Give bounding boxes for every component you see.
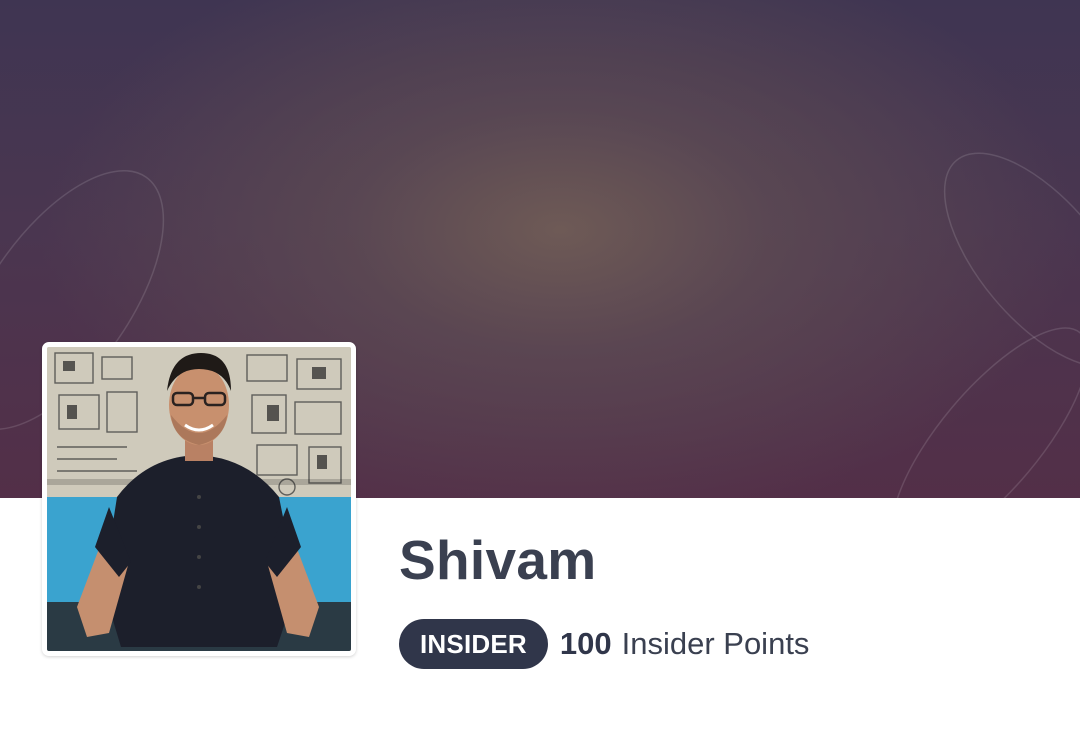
insider-points-row: INSIDER 100 Insider Points — [399, 619, 809, 669]
insider-badge[interactable]: INSIDER — [399, 619, 548, 669]
profile-photo[interactable] — [42, 342, 356, 656]
points-value: 100 — [559, 626, 612, 661]
points-label: Insider Points — [621, 626, 810, 661]
user-name: Shivam — [399, 529, 597, 591]
avatar — [47, 347, 351, 651]
